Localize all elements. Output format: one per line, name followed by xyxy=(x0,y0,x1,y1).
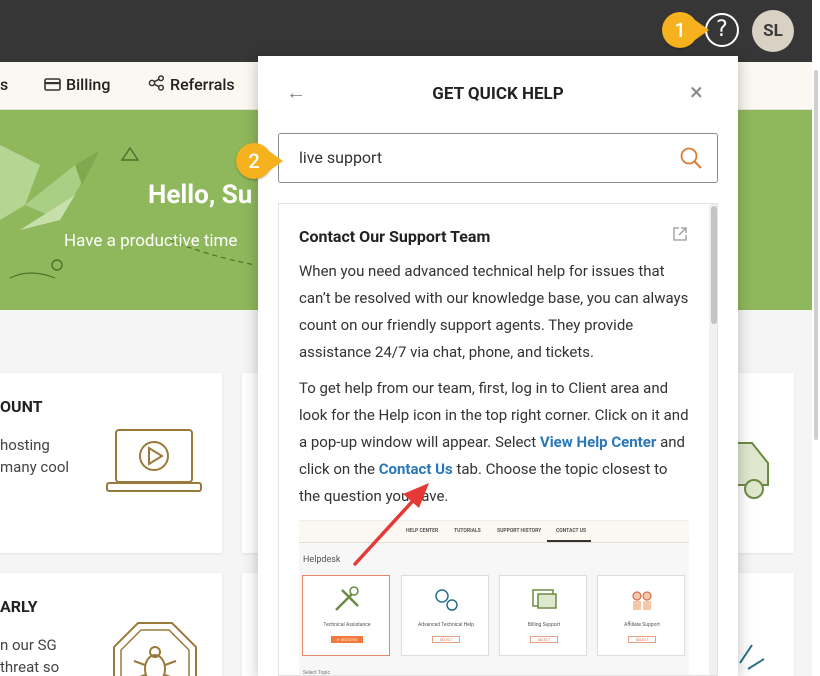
search-input-value[interactable]: live support xyxy=(299,148,382,167)
nav-referrals-label: Referrals xyxy=(170,75,235,94)
user-avatar[interactable]: SL xyxy=(752,10,794,52)
red-annotation-arrow xyxy=(353,483,429,566)
quick-help-panel: ← GET QUICK HELP × live support Contact … xyxy=(258,56,738,676)
page-scrollbar[interactable] xyxy=(812,0,820,676)
bug-shield-icon xyxy=(113,622,197,676)
share-icon xyxy=(148,63,165,109)
card-text-line: hosting xyxy=(0,436,50,454)
scrollbar-thumb[interactable] xyxy=(711,206,717,324)
article-scrollbar[interactable] xyxy=(709,204,717,675)
dashboard-card-security[interactable]: ARLY n our SG threat so xyxy=(0,573,222,676)
callout-badge-2: 2 xyxy=(236,143,283,179)
nav-item-partial[interactable]: s xyxy=(0,62,8,108)
origami-crane-illustration xyxy=(0,145,256,279)
help-search-input[interactable]: live support xyxy=(278,133,718,183)
delivery-truck-icon xyxy=(734,442,769,499)
card-title: ARLY xyxy=(0,597,38,616)
help-article-card: Contact Our Support Team When you need a… xyxy=(278,203,718,676)
laptop-play-icon xyxy=(106,429,202,492)
card-text-line: n our SG xyxy=(0,636,57,654)
callout-badge-1: 1 xyxy=(662,12,709,48)
panel-title: GET QUICK HELP xyxy=(432,84,564,104)
nav-billing-label: Billing xyxy=(66,75,111,94)
credit-card-icon xyxy=(44,63,61,109)
card-text-line: many cool xyxy=(0,458,70,476)
greeting-subtitle: Have a productive time xyxy=(64,231,238,251)
search-icon[interactable] xyxy=(679,146,703,174)
help-icon[interactable]: ? xyxy=(705,13,739,47)
card-text-line: threat so xyxy=(0,658,60,676)
greeting-title: Hello, Su xyxy=(148,180,253,210)
dashboard-card-account[interactable]: OUNT hosting many cool xyxy=(0,373,222,553)
card-title: OUNT xyxy=(0,397,43,416)
nav-item-billing[interactable]: Billing xyxy=(44,62,110,108)
nav-item-referrals[interactable]: Referrals xyxy=(148,62,235,108)
close-icon[interactable]: × xyxy=(690,78,703,106)
